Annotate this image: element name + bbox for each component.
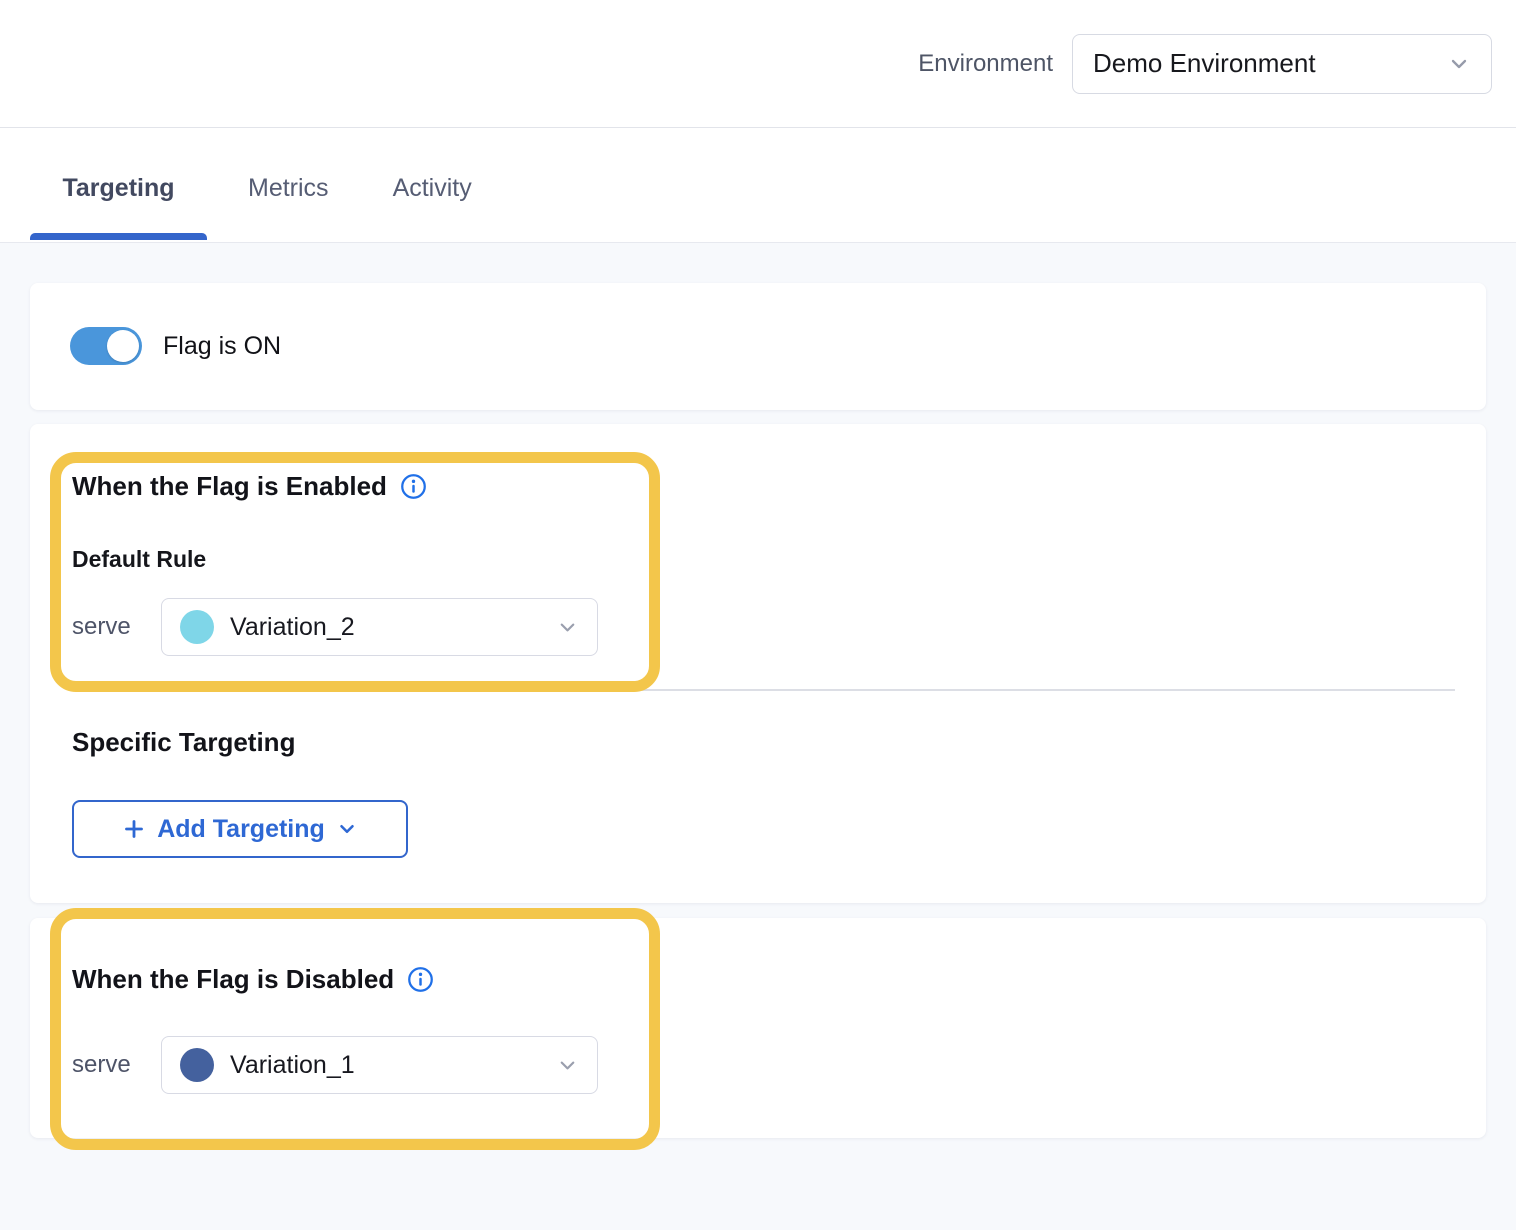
section-divider	[630, 689, 1455, 691]
chevron-down-icon	[1447, 52, 1471, 76]
page-header: Environment Demo Environment	[0, 0, 1516, 128]
disabled-variation-select[interactable]: Variation_1	[161, 1036, 598, 1094]
flag-status-card: Flag is ON	[30, 283, 1486, 410]
specific-targeting-title: Specific Targeting	[72, 727, 295, 758]
tab-targeting-label: Targeting	[62, 174, 174, 203]
info-icon[interactable]	[400, 473, 427, 500]
tab-metrics-label: Metrics	[248, 174, 329, 203]
disabled-section-title: When the Flag is Disabled	[72, 964, 394, 995]
enabled-variation-select[interactable]: Variation_2	[161, 598, 598, 656]
chevron-down-icon	[556, 1054, 579, 1077]
environment-select-value: Demo Environment	[1093, 48, 1316, 79]
info-icon[interactable]	[407, 966, 434, 993]
plus-icon	[122, 817, 146, 841]
default-rule-label: Default Rule	[72, 546, 206, 573]
flag-status-label: Flag is ON	[163, 283, 281, 410]
serve-label: serve	[72, 598, 131, 656]
tab-targeting[interactable]: Targeting	[30, 129, 207, 242]
variation-color-dot	[180, 610, 214, 644]
tab-metrics[interactable]: Metrics	[248, 129, 329, 242]
enabled-section-title-row: When the Flag is Enabled	[72, 471, 427, 502]
enabled-rules-card: When the Flag is Enabled Default Rule se…	[30, 424, 1486, 903]
page-body: Flag is ON When the Flag is Enabled Defa…	[0, 243, 1516, 1230]
variation-select-value: Variation_1	[230, 1051, 355, 1080]
feature-flag-page: Environment Demo Environment Targeting M…	[0, 0, 1516, 1230]
add-targeting-button[interactable]: Add Targeting	[72, 800, 408, 858]
variation-color-dot	[180, 1048, 214, 1082]
environment-select[interactable]: Demo Environment	[1072, 34, 1492, 94]
chevron-down-icon	[336, 818, 358, 840]
disabled-rules-card: When the Flag is Disabled serve Variatio…	[30, 918, 1486, 1138]
tab-bar: Targeting Metrics Activity	[0, 129, 1516, 243]
serve-label: serve	[72, 1036, 131, 1094]
chevron-down-icon	[556, 616, 579, 639]
tab-activity-label: Activity	[393, 174, 472, 203]
enabled-section-title: When the Flag is Enabled	[72, 471, 387, 502]
environment-label: Environment	[918, 50, 1053, 78]
variation-select-value: Variation_2	[230, 613, 355, 642]
active-tab-indicator	[30, 233, 207, 240]
disabled-section-title-row: When the Flag is Disabled	[72, 964, 434, 995]
toggle-knob	[107, 330, 139, 362]
tab-activity[interactable]: Activity	[393, 129, 472, 242]
add-targeting-button-label: Add Targeting	[157, 815, 325, 844]
flag-toggle[interactable]	[70, 327, 142, 365]
highlight-frame-disabled	[50, 908, 660, 1150]
